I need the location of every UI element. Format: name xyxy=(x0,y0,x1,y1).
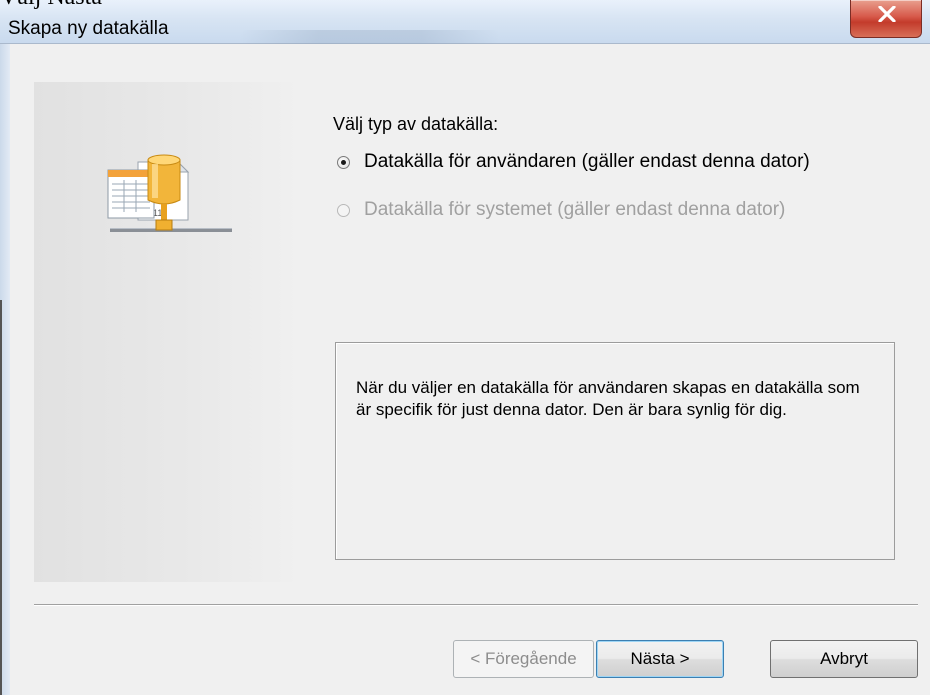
close-button[interactable] xyxy=(850,0,922,38)
user-datasource-option[interactable]: Datakälla för användaren (gäller endast … xyxy=(337,149,810,175)
window-edge-line xyxy=(0,300,2,695)
window-title: Skapa ny datakälla xyxy=(8,18,169,39)
footer-separator xyxy=(34,604,918,606)
instruction-caption: Välj Nästa xyxy=(0,0,102,9)
user-datasource-radio[interactable] xyxy=(337,155,350,169)
user-datasource-label: Datakälla för användaren (gäller endast … xyxy=(364,151,810,172)
system-datasource-radio xyxy=(337,203,350,217)
close-icon xyxy=(878,6,896,22)
next-button[interactable]: Nästa > xyxy=(596,640,724,678)
title-bar: Skapa ny datakälla xyxy=(0,0,930,44)
title-bar-shadow-text xyxy=(240,30,500,44)
system-datasource-label: Datakälla för systemet (gäller endast de… xyxy=(364,199,786,220)
database-network-icon: 011 xyxy=(107,154,232,232)
dialog-body: 011 Välj typ av datakälla: Datakälla för… xyxy=(10,44,930,695)
description-text: När du väljer en datakälla för användare… xyxy=(356,378,860,419)
datasource-type-prompt: Välj typ av datakälla: xyxy=(333,114,499,134)
side-panel: 011 xyxy=(34,82,302,582)
system-datasource-option: Datakälla för systemet (gäller endast de… xyxy=(337,197,785,223)
previous-button[interactable]: < Föregående xyxy=(453,640,594,678)
description-box: När du väljer en datakälla för användare… xyxy=(335,342,895,560)
cancel-button[interactable]: Avbryt xyxy=(770,640,918,678)
